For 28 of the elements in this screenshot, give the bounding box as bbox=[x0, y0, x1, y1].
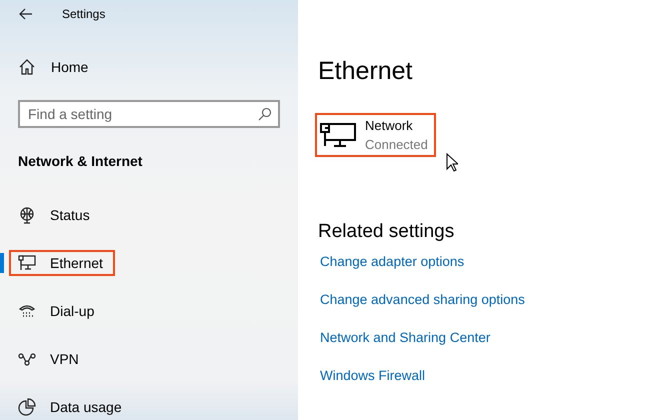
settings-link[interactable]: Change advanced sharing options bbox=[320, 291, 525, 309]
search-icon bbox=[258, 106, 272, 121]
settings-link[interactable]: Network and Sharing Center bbox=[320, 329, 490, 347]
window-title: Settings bbox=[62, 7, 106, 22]
vpn-icon bbox=[18, 352, 36, 366]
monitor-icon bbox=[18, 255, 36, 272]
mouse-cursor-icon bbox=[446, 153, 458, 172]
section-heading: Network & Internet bbox=[17, 152, 144, 170]
page-title: Ethernet bbox=[318, 57, 414, 87]
network-tile[interactable]: Network Connected bbox=[315, 113, 436, 157]
nav-item[interactable]: Status bbox=[0, 202, 298, 228]
network-status: Connected bbox=[365, 136, 428, 154]
nav-item[interactable]: Dial-up bbox=[0, 298, 298, 324]
globe-icon bbox=[18, 206, 36, 224]
phone-icon bbox=[18, 303, 36, 320]
home-icon bbox=[19, 59, 35, 76]
nav-item[interactable]: Data usage bbox=[0, 394, 298, 420]
section-heading: Related settings bbox=[318, 221, 456, 243]
back-arrow-icon[interactable] bbox=[18, 8, 34, 20]
settings-link[interactable]: Windows Firewall bbox=[320, 367, 426, 385]
search-field[interactable]: Find a setting bbox=[18, 100, 280, 128]
monitor-icon bbox=[319, 122, 357, 148]
pie-chart-icon bbox=[18, 398, 36, 416]
nav-item[interactable]: VPN bbox=[0, 346, 298, 372]
home-nav-item[interactable]: Home bbox=[0, 28, 298, 76]
settings-link[interactable]: Change adapter options bbox=[320, 253, 464, 271]
network-name: Network bbox=[365, 117, 414, 135]
nav-item[interactable]: Ethernet bbox=[0, 250, 298, 276]
